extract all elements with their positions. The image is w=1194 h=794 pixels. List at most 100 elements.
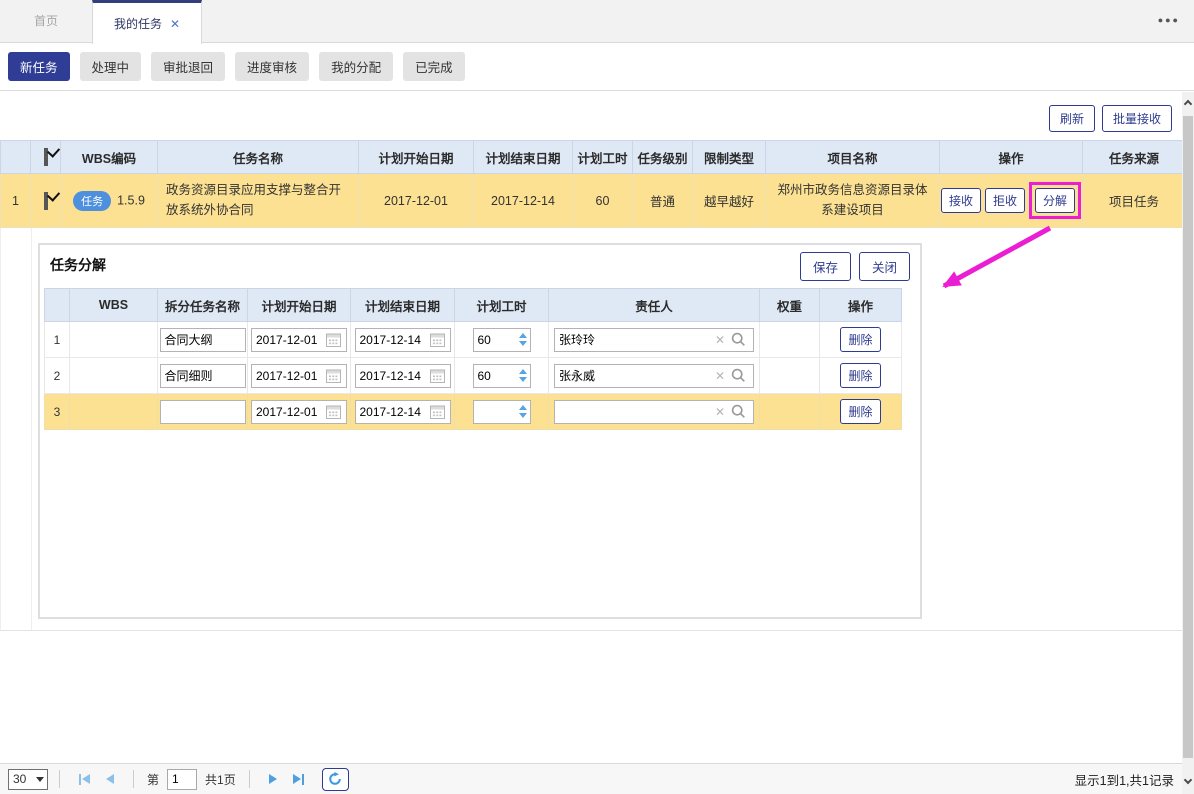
spinner-up-icon[interactable] [519,405,527,410]
clear-icon[interactable]: ✕ [715,405,725,419]
tab-home[interactable]: 首页 [0,0,92,43]
receive-button[interactable]: 接收 [941,188,981,213]
filter-completed[interactable]: 已完成 [403,52,465,81]
spinner-down-icon[interactable] [519,413,527,418]
batch-receive-button[interactable]: 批量接收 [1102,105,1172,132]
row-checkbox[interactable] [44,192,48,210]
spinner-up-icon[interactable] [519,333,527,338]
start-date-input[interactable] [252,329,326,351]
filter-new-task[interactable]: 新任务 [8,52,70,81]
brow-owner-cell: ✕ [549,322,760,358]
subtask-name-input[interactable] [161,401,245,423]
subtask-name-input[interactable] [161,329,245,351]
spinner-down-icon[interactable] [519,341,527,346]
delete-button[interactable]: 删除 [840,363,880,388]
task-table-header-row: WBS编码 任务名称 计划开始日期 计划结束日期 计划工时 任务级别 限制类型 … [1,141,1186,174]
bheader-plan-hours: 计划工时 [455,289,549,322]
wbs-code: 1.5.9 [117,193,145,207]
scrollbar-thumb[interactable] [1183,116,1193,758]
search-icon[interactable] [731,368,746,383]
close-button[interactable]: 关闭 [859,252,910,281]
refresh-button[interactable]: 刷新 [1049,105,1095,132]
calendar-icon[interactable] [326,369,341,383]
next-page-icon[interactable] [269,774,277,784]
task-breakdown-panel: 任务分解 保存 关闭 WBS 拆分任务名称 计划开始日期 计划结束日期 计划工时… [38,243,922,619]
save-button[interactable]: 保存 [800,252,851,281]
brow-hours-cell [455,322,549,358]
clear-icon[interactable]: ✕ [715,369,725,383]
first-page-icon[interactable] [79,774,90,785]
scrollbar-down-icon[interactable] [1184,776,1192,784]
brow-end-cell [351,358,455,394]
brow-name-cell [158,322,248,358]
scrollbar-up-icon[interactable] [1184,100,1192,108]
more-menu-icon[interactable]: ●●● [1158,0,1180,43]
tab-bar: 首页 我的任务 ✕ ●●● [0,0,1194,43]
brow-hours-cell [455,394,549,430]
delete-button[interactable]: 删除 [840,399,880,424]
reject-button[interactable]: 拒收 [985,188,1025,213]
pager-refresh-button[interactable] [322,768,349,791]
filter-my-assignments[interactable]: 我的分配 [319,52,393,81]
clear-icon[interactable]: ✕ [715,333,725,347]
hours-input[interactable] [474,401,516,423]
filter-approval-returned[interactable]: 审批退回 [151,52,225,81]
calendar-icon[interactable] [326,333,341,347]
detail-column-divider [31,228,32,630]
brow-start-cell [248,358,351,394]
breakdown-table: WBS 拆分任务名称 计划开始日期 计划结束日期 计划工时 责任人 权重 操作 … [44,288,902,430]
close-icon[interactable]: ✕ [170,17,180,31]
delete-button[interactable]: 删除 [840,327,880,352]
search-icon[interactable] [731,332,746,347]
task-level-cell: 普通 [633,174,693,228]
brow-name-cell [158,394,248,430]
hours-input[interactable] [474,329,516,351]
task-row[interactable]: 1 任务1.5.9 政务资源目录应用支撑与整合开放系统外协合同 2017-12-… [1,174,1186,228]
end-date-input[interactable] [356,401,430,423]
spinner-down-icon[interactable] [519,377,527,382]
brow-index: 1 [45,322,70,358]
pager-divider [59,770,60,788]
page-number-input[interactable] [167,769,197,790]
tab-my-tasks[interactable]: 我的任务 ✕ [92,0,202,44]
header-plan-end: 计划结束日期 [474,141,573,174]
end-date-input[interactable] [356,365,430,387]
brow-hours-cell [455,358,549,394]
split-button[interactable]: 分解 [1035,188,1075,213]
brow-owner-cell: ✕ [549,358,760,394]
vertical-scrollbar[interactable] [1182,92,1194,794]
end-date-input[interactable] [356,329,430,351]
page-prefix-label: 第 [147,771,159,788]
prev-page-icon[interactable] [106,774,114,784]
calendar-icon[interactable] [430,333,445,347]
plan-start-cell: 2017-12-01 [359,174,474,228]
select-all-checkbox[interactable] [44,148,48,166]
owner-input[interactable] [555,365,715,387]
bheader-plan-start: 计划开始日期 [248,289,351,322]
hours-input[interactable] [474,365,516,387]
plan-hours-cell: 60 [573,174,633,228]
last-page-icon[interactable] [293,774,304,785]
calendar-icon[interactable] [326,405,341,419]
calendar-icon[interactable] [430,405,445,419]
owner-input[interactable] [555,401,715,423]
header-plan-start: 计划开始日期 [359,141,474,174]
brow-index: 3 [45,394,70,430]
start-date-input[interactable] [252,365,326,387]
search-icon[interactable] [731,404,746,419]
start-date-input[interactable] [252,401,326,423]
spinner-up-icon[interactable] [519,369,527,374]
subtask-name-input[interactable] [161,365,245,387]
owner-input[interactable] [555,329,715,351]
chevron-down-icon [32,770,47,789]
brow-weight-cell [760,394,820,430]
total-pages-label: 共1页 [205,771,236,788]
header-wbs: WBS编码 [61,141,158,174]
filter-processing[interactable]: 处理中 [80,52,142,81]
header-select-all [31,141,61,174]
bheader-index [45,289,70,322]
filter-progress-review[interactable]: 进度审核 [235,52,309,81]
page-size-select[interactable]: 30 [8,769,48,790]
bheader-owner: 责任人 [549,289,760,322]
calendar-icon[interactable] [430,369,445,383]
